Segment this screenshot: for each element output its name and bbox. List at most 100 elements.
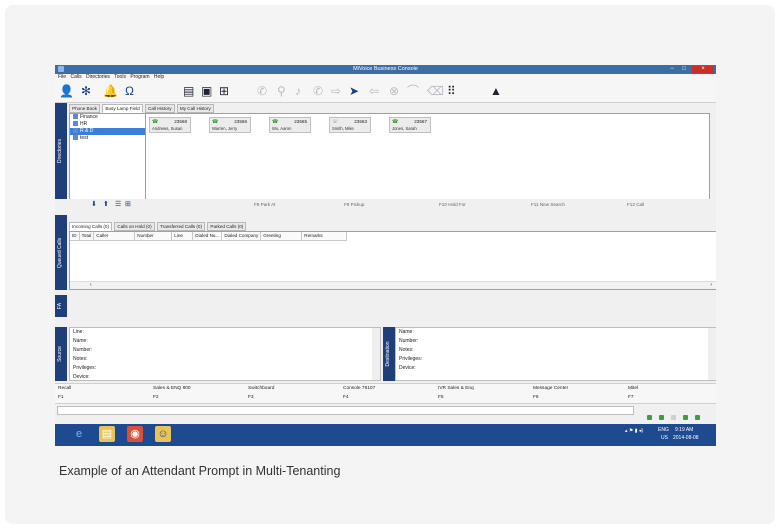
column-header[interactable]: Dialed Company — [222, 232, 262, 241]
column-header[interactable]: Remarks — [302, 232, 348, 241]
cancel-circle-icon[interactable]: ⊗ — [389, 84, 399, 98]
tab-phone-book[interactable]: Phone Book — [69, 104, 101, 113]
tree-item-finance[interactable]: Finance — [70, 114, 145, 121]
move-up-icon[interactable]: ⬆ — [103, 200, 109, 208]
tree-item-rd[interactable]: R & D — [70, 128, 145, 135]
menu-file[interactable]: File — [58, 74, 66, 81]
source-strip: Source — [55, 327, 67, 381]
tray-date: 2014-08-08 — [673, 435, 699, 441]
tab-busy-lamp-field[interactable]: Busy Lamp Field — [102, 104, 143, 113]
music-icon[interactable]: ♪ — [295, 84, 301, 98]
column-header[interactable]: Dialed Nu... — [193, 232, 223, 241]
maximize-button[interactable]: □ — [679, 66, 689, 73]
destination-scrollbar[interactable] — [708, 328, 716, 380]
alert-icon[interactable]: ▲ — [490, 84, 502, 98]
f9-pickup[interactable]: F9 Pickup — [344, 202, 364, 207]
tab-transferred-calls[interactable]: Transferred Calls (0) — [157, 222, 205, 231]
tab-call-history[interactable]: Call History — [145, 104, 175, 113]
tab-calls-on-hold[interactable]: Calls on Hold (0) — [114, 222, 155, 231]
blf-card[interactable]: ☎ 23568 Andrews, Susan — [149, 117, 191, 133]
scroll-left-icon[interactable]: ‹ — [90, 282, 92, 288]
push-pin-icon[interactable]: ➤ — [349, 84, 359, 98]
tray-language[interactable]: ENG — [658, 427, 669, 433]
f12-call[interactable]: F12 Call — [627, 202, 644, 207]
tray-region: US — [661, 435, 668, 441]
tab-my-call-history[interactable]: My Call History — [176, 104, 214, 113]
column-header[interactable]: Caller — [94, 232, 136, 241]
folder-icon — [73, 135, 78, 141]
headset-icon[interactable]: Ω — [125, 84, 134, 98]
tree-item-test[interactable]: test — [70, 135, 145, 142]
tab-parked-calls[interactable]: Parked Calls (0) — [207, 222, 247, 231]
list-view-icon[interactable]: ☰ — [115, 200, 121, 208]
blf-card[interactable]: ☏ 23563 Smith, Mike — [329, 117, 371, 133]
fkey-f1[interactable]: F1 — [58, 393, 64, 403]
destination-name: Name: — [399, 329, 414, 335]
user-icon[interactable]: 👤 — [59, 84, 74, 98]
settings-icon[interactable]: ✻ — [81, 84, 91, 98]
figure-card: MiVoice Business Console − □ × File Call… — [5, 5, 775, 524]
close-button[interactable]: × — [692, 66, 714, 73]
add-icon[interactable]: ⊞ — [219, 84, 229, 98]
tray-icons[interactable]: ▴ ⚑ ▮ ◂) — [625, 428, 643, 434]
queued-calls-strip[interactable]: Queued Calls — [55, 215, 67, 290]
console-screenshot: MiVoice Business Console − □ × File Call… — [55, 65, 716, 446]
title-bar: MiVoice Business Console − □ × — [55, 65, 716, 74]
phone-icon[interactable]: ✆ — [257, 84, 267, 98]
menu-help[interactable]: Help — [154, 74, 164, 81]
menu-directories[interactable]: Directories — [86, 74, 110, 81]
horizontal-scrollbar[interactable]: ‹ › — [70, 281, 716, 289]
clipboard-icon[interactable]: ▤ — [183, 84, 194, 98]
move-down-icon[interactable]: ⬇ — [91, 200, 97, 208]
tab-incoming-calls[interactable]: Incoming Calls (0) — [69, 222, 113, 231]
source-privileges: Privileges: — [73, 365, 97, 371]
blf-card[interactable]: ☎ 23566 Warren, Jerry — [209, 117, 251, 133]
scroll-right-icon[interactable]: › — [710, 282, 712, 288]
bell-icon[interactable]: 🔔 — [103, 84, 118, 98]
blf-card[interactable]: ☎ 23567 Jones, Sarah — [389, 117, 431, 133]
chrome-icon[interactable]: ◉ — [127, 426, 143, 442]
grid-view-icon[interactable]: ⊞ — [125, 200, 131, 208]
tree-item-hr[interactable]: HR — [70, 121, 145, 128]
menu-program[interactable]: Program — [130, 74, 149, 81]
menu-calls[interactable]: Calls — [70, 74, 81, 81]
hangup-icon[interactable]: ⌒ — [407, 84, 419, 98]
fkey-f7[interactable]: F7 — [628, 393, 634, 403]
source-name: Name: — [73, 338, 88, 344]
tray-time[interactable]: 9:19 AM — [675, 427, 693, 433]
fkey-f5[interactable]: F5 — [438, 393, 444, 403]
source-scrollbar[interactable] — [372, 328, 380, 380]
status-input[interactable] — [57, 406, 634, 415]
column-header[interactable]: Greeting — [261, 232, 303, 241]
column-header[interactable]: Total — [79, 232, 95, 241]
f10-hold-for[interactable]: F10 Hold For — [439, 202, 466, 207]
directories-strip[interactable]: Directories — [55, 103, 67, 199]
keypad-hide-icon[interactable]: ⌫ — [427, 84, 444, 98]
f8-park-at[interactable]: F8 Park At — [254, 202, 275, 207]
call-forward-icon[interactable]: ✆ — [313, 84, 323, 98]
console-app-icon[interactable]: ☺ — [155, 426, 171, 442]
source-notes: Notes: — [73, 356, 88, 362]
save-icon[interactable]: ▣ — [201, 84, 212, 98]
fa-strip[interactable]: FA — [55, 295, 67, 317]
back-arrow-icon[interactable]: ⇦ — [369, 84, 379, 98]
fkey-f3[interactable]: F3 — [248, 393, 254, 403]
keypad-icon[interactable]: ⠿ — [447, 84, 456, 98]
fkey-f2[interactable]: F2 — [153, 393, 159, 403]
connection-icon — [683, 415, 688, 420]
file-explorer-icon[interactable]: ▤ — [99, 426, 115, 442]
blf-card[interactable]: ☎ 23565 Wu, Aaron — [269, 117, 311, 133]
internet-explorer-icon[interactable]: e — [71, 426, 87, 442]
column-header[interactable]: Line — [172, 232, 194, 241]
forward-arrow-icon[interactable]: ⇨ — [331, 84, 341, 98]
fkey-f4[interactable]: F4 — [343, 393, 349, 403]
fkey-f6[interactable]: F6 — [533, 393, 539, 403]
column-header[interactable]: Number — [135, 232, 173, 241]
column-header[interactable]: ID — [70, 232, 80, 241]
queued-calls-label: Queued Calls — [57, 237, 63, 268]
minimize-button[interactable]: − — [667, 66, 677, 73]
f11-new-search[interactable]: F11 New Search — [531, 202, 565, 207]
menu-tools[interactable]: Tools — [114, 74, 126, 81]
fa-label: FA — [57, 302, 63, 310]
transfer-icon[interactable]: ⚲ — [277, 84, 286, 98]
